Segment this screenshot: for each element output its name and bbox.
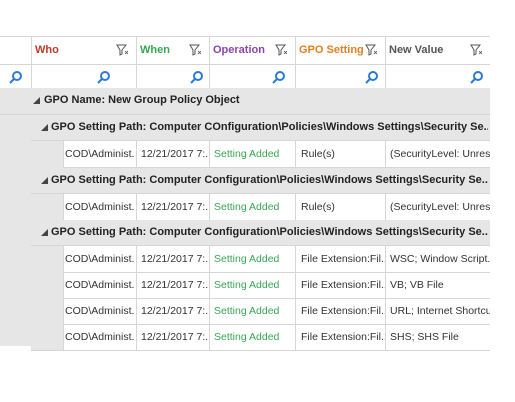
column-divider (385, 36, 386, 88)
filter-icon[interactable] (275, 44, 287, 56)
column-divider (209, 141, 210, 168)
cell-gpo-setting: File Extension:Fil... (301, 305, 385, 317)
column-divider (136, 141, 137, 168)
column-divider (295, 194, 296, 220)
column-header-operation[interactable]: Operation (209, 36, 295, 64)
group-label: GPO Setting Path: Computer COnfiguration… (51, 121, 488, 133)
cell-new-value: VB; VB File (390, 279, 444, 291)
cell-gpo-setting: File Extension:Fil... (301, 279, 385, 291)
column-divider (209, 36, 210, 88)
table-row[interactable]: COD\Administ.. 12/21/2017 7:.. Setting A… (63, 141, 490, 167)
cell-when: 12/21/2017 7:.. (141, 331, 209, 343)
column-header-who[interactable]: Who (31, 36, 136, 64)
cell-who: COD\Administ.. (65, 253, 135, 265)
cell-operation: Setting Added (214, 201, 280, 213)
table-row[interactable]: COD\Administ.. 12/21/2017 7:.. Setting A… (63, 194, 490, 220)
column-divider (385, 246, 386, 350)
table-row[interactable]: COD\Administ.. 12/21/2017 7:.. Setting A… (63, 298, 490, 324)
column-divider (385, 141, 386, 168)
search-icon[interactable] (190, 70, 204, 84)
cell-new-value: WSC; Window Script... (390, 253, 490, 265)
filter-icon[interactable] (365, 44, 377, 56)
grid-border (0, 36, 490, 37)
filter-icon[interactable] (189, 44, 201, 56)
cell-when: 12/21/2017 7:.. (141, 279, 209, 291)
cell-gpo-setting: Rule(s) (301, 201, 335, 213)
column-divider (63, 194, 64, 220)
column-divider (385, 194, 386, 220)
cell-new-value: SHS; SHS File (390, 331, 459, 343)
search-icon[interactable] (365, 70, 379, 84)
column-divider (31, 36, 32, 88)
cell-operation: Setting Added (214, 331, 280, 343)
column-divider (63, 141, 64, 168)
filter-icon[interactable] (470, 44, 482, 56)
group-label: GPO Name: New Group Policy Object (44, 94, 240, 106)
column-header-label: Operation (213, 44, 265, 56)
column-divider (295, 36, 296, 88)
cell-who: COD\Administ.. (65, 331, 135, 343)
column-divider (295, 141, 296, 168)
column-header-gpo-setting[interactable]: GPO Setting (295, 36, 385, 64)
cell-who: COD\Administ.. (65, 305, 135, 317)
group-label: GPO Setting Path: Computer Configuration… (51, 226, 488, 238)
row-indent (31, 141, 63, 168)
column-header-new-value[interactable]: New Value (385, 36, 490, 64)
cell-who: COD\Administ.. (65, 201, 135, 213)
column-divider (136, 36, 137, 88)
cell-who: COD\Administ.. (65, 279, 135, 291)
column-header-label: When (140, 44, 170, 56)
cell-operation: Setting Added (214, 148, 280, 160)
column-header-label: Who (35, 44, 59, 56)
search-icon[interactable] (9, 70, 23, 84)
table-row[interactable]: COD\Administ.. 12/21/2017 7:.. Setting A… (63, 272, 490, 298)
collapse-triangle-icon[interactable] (33, 97, 40, 104)
column-header-label: New Value (389, 44, 444, 56)
column-divider (295, 246, 296, 350)
cell-when: 12/21/2017 7:.. (141, 305, 209, 317)
column-divider (136, 194, 137, 220)
cell-operation: Setting Added (214, 279, 280, 291)
cell-gpo-setting: Rule(s) (301, 148, 335, 160)
cell-new-value: URL; Internet Shortcut (390, 305, 490, 317)
column-header-label: GPO Setting (299, 44, 364, 56)
group-indent (0, 115, 31, 346)
table-row[interactable]: COD\Administ.. 12/21/2017 7:.. Setting A… (63, 246, 490, 272)
cell-operation: Setting Added (214, 253, 280, 265)
search-icon[interactable] (272, 70, 286, 84)
cell-new-value: (SecurityLevel: Unres... (390, 148, 490, 160)
filter-icon[interactable] (116, 44, 128, 56)
column-divider (209, 246, 210, 350)
collapse-triangle-icon[interactable] (41, 177, 48, 184)
search-icon[interactable] (470, 70, 484, 84)
column-header-when[interactable]: When (136, 36, 209, 64)
cell-when: 12/21/2017 7:.. (141, 148, 209, 160)
cell-new-value: (SecurityLevel: Unres... (390, 201, 490, 213)
cell-operation: Setting Added (214, 305, 280, 317)
cell-who: COD\Administ.. (65, 148, 135, 160)
grid-border (31, 350, 490, 351)
cell-gpo-setting: File Extension:Fil... (301, 253, 385, 265)
cell-when: 12/21/2017 7:.. (141, 253, 209, 265)
search-icon[interactable] (97, 70, 111, 84)
column-divider (136, 246, 137, 350)
cell-when: 12/21/2017 7:.. (141, 201, 209, 213)
group-row-gpo-name[interactable]: GPO Name: New Group Policy Object (0, 88, 490, 115)
cell-gpo-setting: File Extension:Fil... (301, 331, 385, 343)
group-row-setting-path[interactable]: GPO Setting Path: Computer Configuration… (31, 220, 490, 246)
row-indent (31, 194, 63, 220)
group-row-setting-path[interactable]: GPO Setting Path: Computer Configuration… (31, 168, 490, 194)
collapse-triangle-icon[interactable] (41, 229, 48, 236)
row-indent (31, 246, 63, 350)
group-label: GPO Setting Path: Computer Configuration… (51, 174, 488, 186)
column-divider (63, 246, 64, 350)
group-row-setting-path[interactable]: GPO Setting Path: Computer COnfiguration… (31, 115, 490, 141)
column-divider (209, 194, 210, 220)
grid-border (0, 64, 490, 65)
table-row[interactable]: COD\Administ.. 12/21/2017 7:.. Setting A… (63, 324, 490, 350)
collapse-triangle-icon[interactable] (41, 124, 48, 131)
